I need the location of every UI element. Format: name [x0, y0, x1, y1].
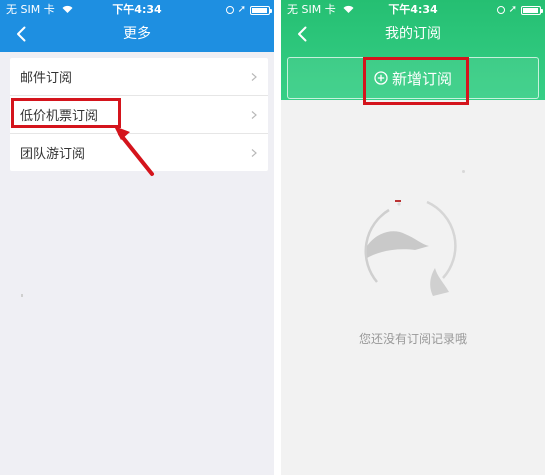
- battery-icon: [250, 5, 272, 15]
- empty-state-illustration: [364, 200, 457, 296]
- chevron-right-icon: [251, 110, 257, 119]
- my-subscriptions-screen: 无 SIM 卡 下午4:34 ➚ 我的订阅 新增订阅 您还没有订阅记录哦: [281, 0, 545, 475]
- status-bar: 无 SIM 卡 下午4:34 ➚: [281, 0, 545, 20]
- nav-bar: 更多: [0, 20, 274, 52]
- page-title: 我的订阅: [385, 26, 441, 42]
- rotation-lock-icon: [496, 6, 505, 14]
- pointer-arrow-annotation: [114, 126, 154, 176]
- highlight-box: [363, 57, 469, 105]
- chevron-right-icon: [251, 72, 257, 81]
- battery-icon: [521, 5, 543, 15]
- empty-state-message: 您还没有订阅记录哦: [358, 332, 467, 346]
- status-icons: ➚: [225, 0, 272, 20]
- chevron-right-icon: [251, 148, 257, 157]
- menu-item-label: 邮件订阅: [20, 71, 73, 86]
- highlight-box: [11, 98, 121, 128]
- status-bar: 无 SIM 卡 下午4:34 ➚: [0, 0, 274, 20]
- status-icons: ➚: [496, 0, 543, 20]
- decorative-dot: [462, 170, 465, 173]
- screen-speck: [21, 294, 23, 297]
- menu-item-email-subscription[interactable]: 邮件订阅: [10, 58, 268, 96]
- page-title: 更多: [123, 26, 151, 42]
- more-screen: 无 SIM 卡 下午4:34 ➚ 更多 邮件订阅 低价机票订阅 团队游订阅: [0, 0, 274, 475]
- location-icon: ➚: [508, 4, 517, 15]
- menu-item-label: 团队游订阅: [20, 147, 86, 162]
- location-icon: ➚: [237, 4, 246, 15]
- screenshot-stage: 无 SIM 卡 下午4:34 ➚ 更多 邮件订阅 低价机票订阅 团队游订阅 无 …: [0, 0, 545, 475]
- nav-bar: 我的订阅: [281, 20, 545, 52]
- rotation-lock-icon: [225, 6, 234, 14]
